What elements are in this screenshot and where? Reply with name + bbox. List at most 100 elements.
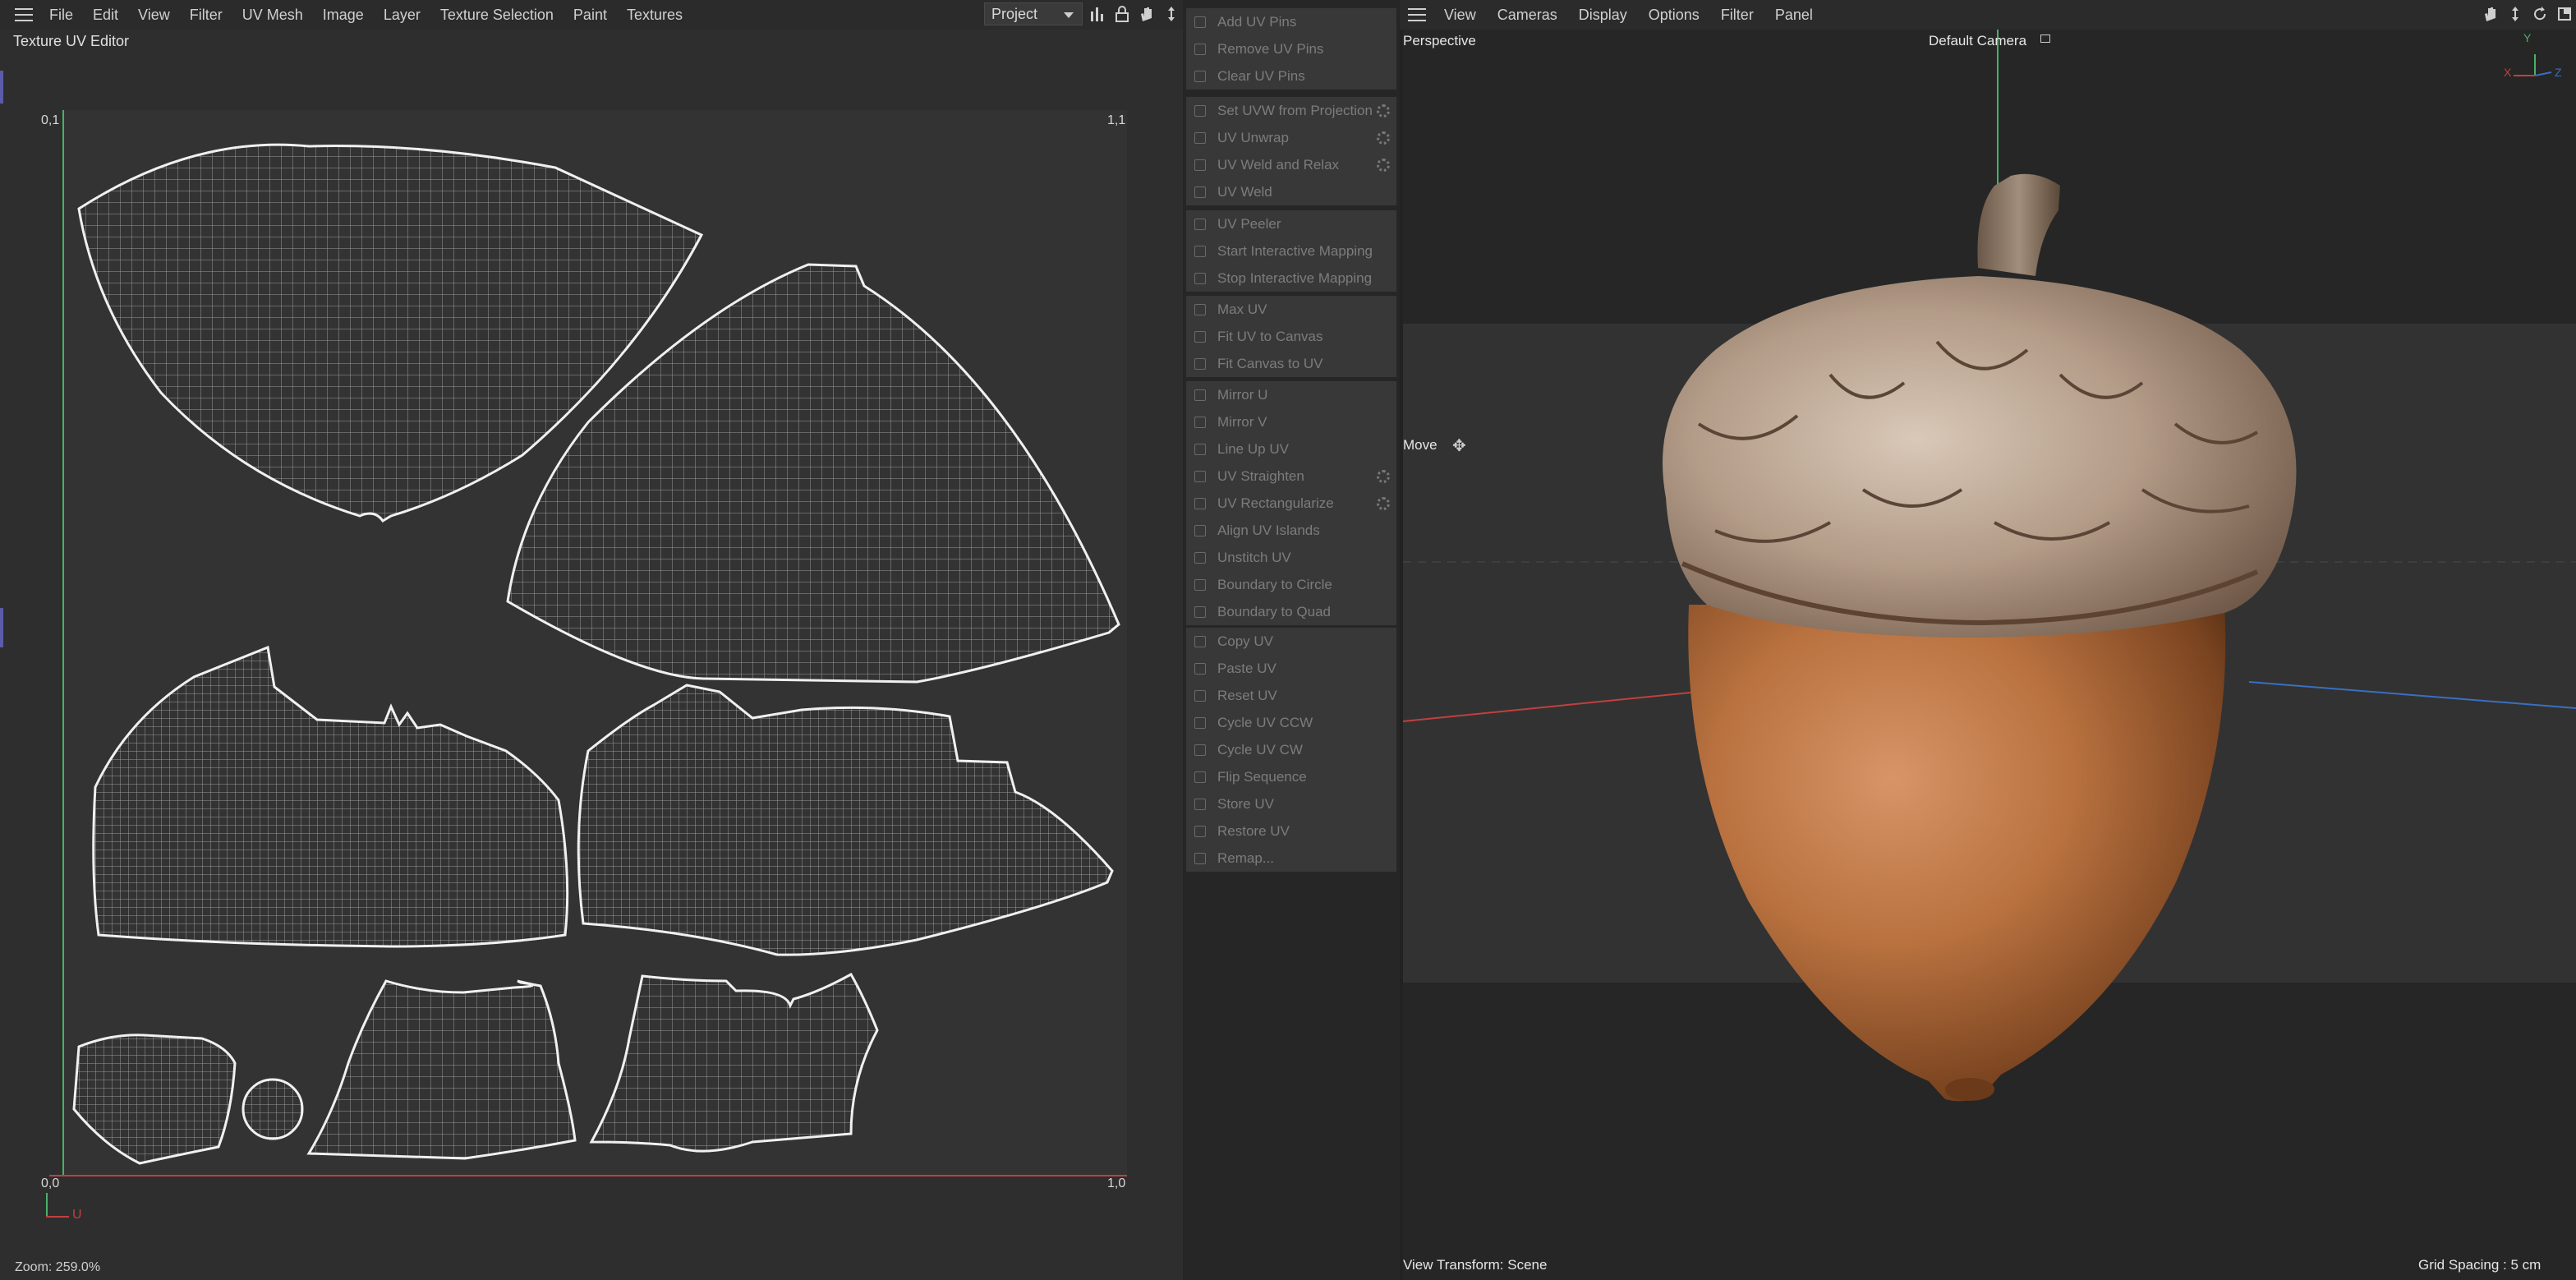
- menu-view[interactable]: View: [138, 7, 170, 24]
- vp-menu-display[interactable]: Display: [1579, 7, 1627, 24]
- uv-command-button[interactable]: Unstitch UV: [1186, 544, 1396, 571]
- uv-command-button[interactable]: UV Weld and Relax: [1186, 151, 1396, 178]
- menu-paint[interactable]: Paint: [573, 7, 607, 24]
- uv-command-label: UV Straighten: [1217, 467, 1304, 484]
- uv-command-button[interactable]: Start Interactive Mapping: [1186, 237, 1396, 265]
- vp-menu-cameras[interactable]: Cameras: [1497, 7, 1557, 24]
- uv-island[interactable]: [92, 645, 569, 948]
- uv-command-button[interactable]: Line Up UV: [1186, 435, 1396, 463]
- uv-command-button[interactable]: Store UV: [1186, 790, 1396, 817]
- command-icon: [1194, 218, 1206, 230]
- histogram-icon[interactable]: [1089, 5, 1106, 23]
- uv-command-label: Store UV: [1217, 795, 1274, 812]
- settings-gear-icon[interactable]: [1377, 470, 1390, 483]
- move-cross-icon: ✥: [1452, 437, 1466, 455]
- vp-menu-filter[interactable]: Filter: [1721, 7, 1754, 24]
- uv-command-button[interactable]: Fit UV to Canvas: [1186, 323, 1396, 350]
- menu-file[interactable]: File: [49, 7, 73, 24]
- vp-menu-options[interactable]: Options: [1649, 7, 1700, 24]
- uv-command-button[interactable]: Fit Canvas to UV: [1186, 350, 1396, 377]
- uv-command-button[interactable]: UV Unwrap: [1186, 124, 1396, 151]
- uv-command-button[interactable]: Set UVW from Projection: [1186, 97, 1396, 124]
- uv-command-button[interactable]: Mirror V: [1186, 408, 1396, 435]
- uv-command-button[interactable]: Boundary to Circle: [1186, 571, 1396, 598]
- uv-command-button[interactable]: Restore UV: [1186, 817, 1396, 845]
- uv-island[interactable]: [72, 1034, 237, 1165]
- maximize-view-icon[interactable]: [2556, 5, 2573, 23]
- uv-command-label: Reset UV: [1217, 687, 1277, 703]
- settings-gear-icon[interactable]: [1377, 159, 1390, 172]
- command-icon: [1194, 70, 1206, 82]
- gizmo-z-label: Z: [2555, 66, 2562, 79]
- project-select[interactable]: Project: [984, 2, 1083, 25]
- uv-command-label: Paste UV: [1217, 660, 1276, 676]
- uv-command-button[interactable]: UV Peeler: [1186, 210, 1396, 237]
- uv-command-label: Max UV: [1217, 301, 1267, 317]
- menu-filter[interactable]: Filter: [190, 7, 223, 24]
- uv-command-label: Boundary to Circle: [1217, 576, 1332, 592]
- hamburger-menu-icon[interactable]: [15, 8, 33, 21]
- zoom-status: Zoom: 259.0%: [15, 1260, 101, 1274]
- uv-command-button[interactable]: Stop Interactive Mapping: [1186, 265, 1396, 292]
- uv-command-button[interactable]: Boundary to Quad: [1186, 598, 1396, 625]
- uv-command-group: Max UV Fit UV to Canvas Fit Canvas to UV: [1186, 296, 1396, 377]
- uv-command-button[interactable]: Flip Sequence: [1186, 763, 1396, 790]
- menu-image[interactable]: Image: [323, 7, 364, 24]
- lock-icon[interactable]: [1114, 5, 1130, 23]
- settings-gear-icon[interactable]: [1377, 104, 1390, 117]
- uv-editor-title: Texture UV Editor: [13, 33, 130, 49]
- uv-command-button[interactable]: UV Rectangularize: [1186, 490, 1396, 517]
- uv-command-button[interactable]: Clear UV Pins: [1186, 62, 1396, 90]
- uv-command-button[interactable]: Mirror U: [1186, 381, 1396, 408]
- command-icon: [1194, 272, 1206, 284]
- menu-textures[interactable]: Textures: [627, 7, 683, 24]
- gizmo-y-label: Y: [2523, 31, 2532, 44]
- orbit-icon[interactable]: [2532, 5, 2548, 23]
- uv-command-button[interactable]: Remap...: [1186, 845, 1396, 872]
- uv-command-button[interactable]: Copy UV: [1186, 628, 1396, 655]
- zoom-arrows-icon[interactable]: [1163, 5, 1180, 23]
- command-icon: [1194, 43, 1206, 55]
- uv-command-label: Copy UV: [1217, 633, 1274, 649]
- uv-command-button[interactable]: Align UV Islands: [1186, 517, 1396, 544]
- uv-command-button[interactable]: Add UV Pins: [1186, 8, 1396, 35]
- 3d-viewport[interactable]: Perspective Default Camera Move ✥ Y X Z …: [1403, 30, 2576, 1280]
- uv-command-button[interactable]: Paste UV: [1186, 655, 1396, 682]
- uv-command-button[interactable]: Remove UV Pins: [1186, 35, 1396, 62]
- uv-command-button[interactable]: Reset UV: [1186, 682, 1396, 709]
- dolly-arrows-icon[interactable]: [2507, 5, 2523, 23]
- viewport-nav-icons: [2482, 5, 2573, 23]
- vp-menu-view[interactable]: View: [1444, 7, 1476, 24]
- uv-command-button[interactable]: UV Weld: [1186, 178, 1396, 205]
- projection-label[interactable]: Perspective: [1403, 33, 1476, 49]
- uv-command-button[interactable]: Max UV: [1186, 296, 1396, 323]
- menu-uv-mesh[interactable]: UV Mesh: [242, 7, 303, 24]
- command-icon: [1194, 662, 1206, 675]
- command-icon: [1194, 330, 1206, 343]
- vp-menu-panel[interactable]: Panel: [1775, 7, 1813, 24]
- pan-hand-icon[interactable]: [1138, 5, 1155, 23]
- settings-gear-icon[interactable]: [1377, 131, 1390, 145]
- pan-hand-icon[interactable]: [2482, 5, 2499, 23]
- viewport-hamburger-icon[interactable]: [1408, 8, 1426, 21]
- uv-canvas[interactable]: [62, 110, 1127, 1176]
- uv-command-group: Copy UV Paste UV Reset UV Cycle UV CCW Cycle…: [1186, 628, 1396, 872]
- command-icon: [1194, 716, 1206, 729]
- menu-layer[interactable]: Layer: [384, 7, 421, 24]
- camera-label[interactable]: Default Camera: [1929, 33, 2026, 49]
- menu-edit[interactable]: Edit: [93, 7, 118, 24]
- uv-island[interactable]: [242, 1078, 304, 1140]
- uv-island[interactable]: [306, 979, 577, 1160]
- uv-island[interactable]: [589, 972, 879, 1153]
- uv-command-label: UV Weld and Relax: [1217, 156, 1340, 173]
- uv-island[interactable]: [577, 684, 1114, 956]
- uv-command-button[interactable]: Cycle UV CW: [1186, 736, 1396, 763]
- uv-command-label: Clear UV Pins: [1217, 67, 1305, 84]
- viewport-menubar: View Cameras Display Options Filter Pane…: [1400, 0, 2576, 30]
- settings-gear-icon[interactable]: [1377, 497, 1390, 510]
- menu-texture-selection[interactable]: Texture Selection: [440, 7, 554, 24]
- uv-command-button[interactable]: Cycle UV CCW: [1186, 709, 1396, 736]
- side-marker: [0, 608, 3, 647]
- uv-command-button[interactable]: UV Straighten: [1186, 463, 1396, 490]
- command-icon: [1194, 635, 1206, 647]
